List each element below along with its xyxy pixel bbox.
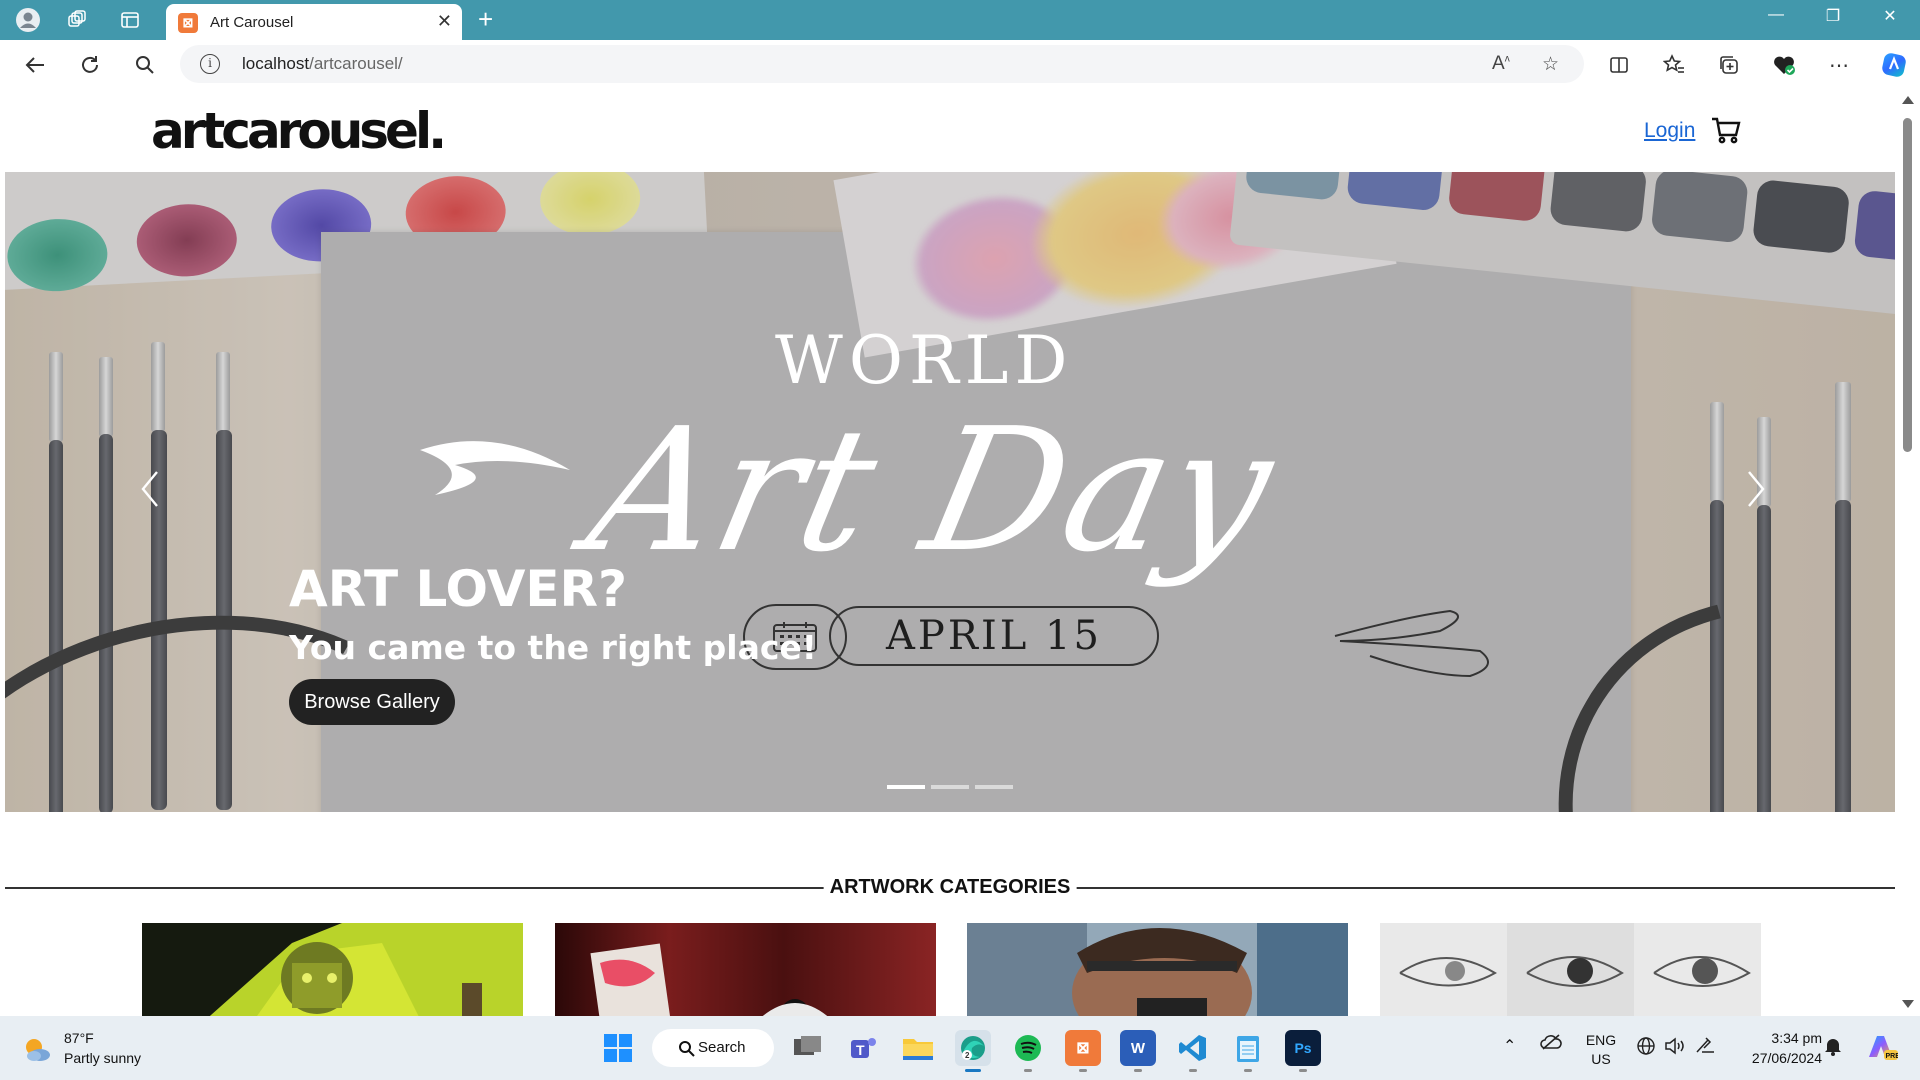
url-host: localhost xyxy=(242,54,310,73)
address-bar[interactable]: i localhost/artcarousel/ Aʌ ☆ xyxy=(180,45,1584,83)
taskbar-search-label: Search xyxy=(698,1039,746,1056)
close-window-icon[interactable]: ✕ xyxy=(1870,6,1910,26)
browser-titlebar: ⊠ Art Carousel ✕ + — ❐ ✕ xyxy=(0,0,1920,40)
copilot-taskbar-icon[interactable]: PRE xyxy=(1864,1032,1900,1065)
slide-heading-world: WORLD xyxy=(775,322,1074,399)
notification-bell-icon[interactable] xyxy=(1824,1036,1842,1059)
network-icon[interactable] xyxy=(1636,1036,1656,1059)
carousel-indicator[interactable] xyxy=(931,785,969,789)
back-icon[interactable] xyxy=(20,50,50,80)
favorites-icon[interactable] xyxy=(1659,50,1689,80)
photoshop-icon[interactable]: Ps xyxy=(1285,1030,1321,1072)
svg-text:PRE: PRE xyxy=(1886,1053,1899,1060)
vertical-tabs-icon[interactable] xyxy=(116,6,144,34)
squiggle-stroke-icon xyxy=(1334,609,1489,678)
windows-taskbar: 87°F Partly sunny Search T 2 ⊠ W Ps ⌃ EN… xyxy=(0,1016,1920,1080)
browser-toolbar: i localhost/artcarousel/ Aʌ ☆ ⋯ xyxy=(0,40,1920,88)
clock-date[interactable]: 27/06/2024 xyxy=(1736,1050,1822,1066)
site-logo[interactable]: artcarousel. xyxy=(151,102,447,160)
xampp-icon[interactable]: ⊠ xyxy=(1065,1030,1101,1072)
refresh-icon[interactable] xyxy=(75,50,105,80)
restore-icon[interactable]: ❐ xyxy=(1813,6,1853,26)
volume-icon[interactable] xyxy=(1664,1036,1686,1059)
scroll-thumb[interactable] xyxy=(1903,118,1912,452)
weather-temperature[interactable]: 87°F xyxy=(64,1030,94,1046)
caption-title: ART LOVER? xyxy=(289,560,628,618)
carousel-caption: ART LOVER? You came to the right place! xyxy=(289,560,817,667)
categories-heading: ARTWORK CATEGORIES xyxy=(5,876,1895,900)
xampp-icon: ⊠ xyxy=(178,13,198,33)
onedrive-icon[interactable] xyxy=(1540,1034,1562,1053)
browser-essentials-icon[interactable] xyxy=(1769,50,1799,80)
cart-icon[interactable] xyxy=(1711,116,1741,149)
url-text[interactable]: localhost/artcarousel/ xyxy=(242,54,403,74)
tab-title: Art Carousel xyxy=(210,14,294,31)
minimize-icon[interactable]: — xyxy=(1756,6,1796,24)
scroll-up-icon[interactable] xyxy=(1902,96,1914,104)
spotify-icon[interactable] xyxy=(1010,1030,1046,1072)
edge-icon[interactable]: 2 xyxy=(955,1030,991,1072)
hero-carousel[interactable]: WORLD Art Day APRIL 15 ART LOVER? You ca… xyxy=(5,172,1895,812)
search-icon xyxy=(679,1041,695,1057)
show-hidden-icons[interactable]: ⌃ xyxy=(1503,1036,1516,1056)
search-icon[interactable] xyxy=(130,50,160,80)
more-options-icon[interactable]: ⋯ xyxy=(1824,50,1854,80)
carousel-indicator[interactable] xyxy=(975,785,1013,789)
carousel-indicator[interactable] xyxy=(887,785,925,789)
category-card[interactable] xyxy=(142,923,523,1016)
notepad-icon[interactable] xyxy=(1230,1030,1266,1072)
weather-description[interactable]: Partly sunny xyxy=(64,1050,141,1066)
svg-text:T: T xyxy=(856,1042,865,1058)
read-aloud-icon[interactable]: Aʌ xyxy=(1492,53,1510,75)
scroll-down-icon[interactable] xyxy=(1902,1000,1914,1008)
browse-gallery-button[interactable]: Browse Gallery xyxy=(289,679,455,725)
svg-text:2: 2 xyxy=(965,1051,970,1060)
language-bottom[interactable]: US xyxy=(1584,1051,1618,1067)
page-scrollbar[interactable] xyxy=(1895,88,1920,1016)
category-card[interactable] xyxy=(555,923,936,1016)
slide-date: APRIL 15 xyxy=(829,606,1159,666)
file-explorer-icon[interactable] xyxy=(900,1030,936,1066)
task-view-icon[interactable] xyxy=(790,1030,826,1066)
word-icon[interactable]: W xyxy=(1120,1030,1156,1072)
category-card[interactable] xyxy=(1380,923,1761,1016)
battery-icon[interactable] xyxy=(1694,1036,1718,1059)
clock-time[interactable]: 3:34 pm xyxy=(1736,1030,1822,1046)
page-viewport: artcarousel. Login WORLD Art Day APRIL 1… xyxy=(5,88,1895,1016)
carousel-indicators xyxy=(887,776,1019,794)
profile-icon[interactable] xyxy=(14,6,42,34)
browser-tab[interactable]: ⊠ Art Carousel ✕ xyxy=(166,4,462,40)
teams-icon[interactable]: T xyxy=(845,1030,881,1066)
brush-stroke-icon xyxy=(420,441,570,495)
workspaces-icon[interactable] xyxy=(63,6,91,34)
close-tab-icon[interactable]: ✕ xyxy=(437,11,452,32)
site-header: artcarousel. Login xyxy=(5,88,1895,172)
category-card[interactable] xyxy=(967,923,1348,1016)
url-path: /artcarousel/ xyxy=(309,54,403,73)
copilot-icon[interactable] xyxy=(1879,50,1909,80)
site-info-icon[interactable]: i xyxy=(200,54,220,74)
carousel-prev-icon[interactable] xyxy=(135,464,165,514)
categories-title: ARTWORK CATEGORIES xyxy=(823,876,1077,899)
taskbar-search[interactable]: Search xyxy=(652,1029,774,1067)
collections-icon[interactable] xyxy=(1714,50,1744,80)
login-link[interactable]: Login xyxy=(1644,119,1695,143)
language-top[interactable]: ENG xyxy=(1584,1032,1618,1048)
start-icon[interactable] xyxy=(600,1030,636,1066)
caption-subtitle: You came to the right place! xyxy=(289,628,817,667)
split-screen-icon[interactable] xyxy=(1604,50,1634,80)
weather-icon[interactable] xyxy=(22,1036,50,1062)
vscode-icon[interactable] xyxy=(1175,1030,1211,1072)
favorite-star-icon[interactable]: ☆ xyxy=(1542,53,1559,76)
carousel-next-icon[interactable] xyxy=(1741,464,1771,514)
new-tab-icon[interactable]: + xyxy=(478,4,493,34)
